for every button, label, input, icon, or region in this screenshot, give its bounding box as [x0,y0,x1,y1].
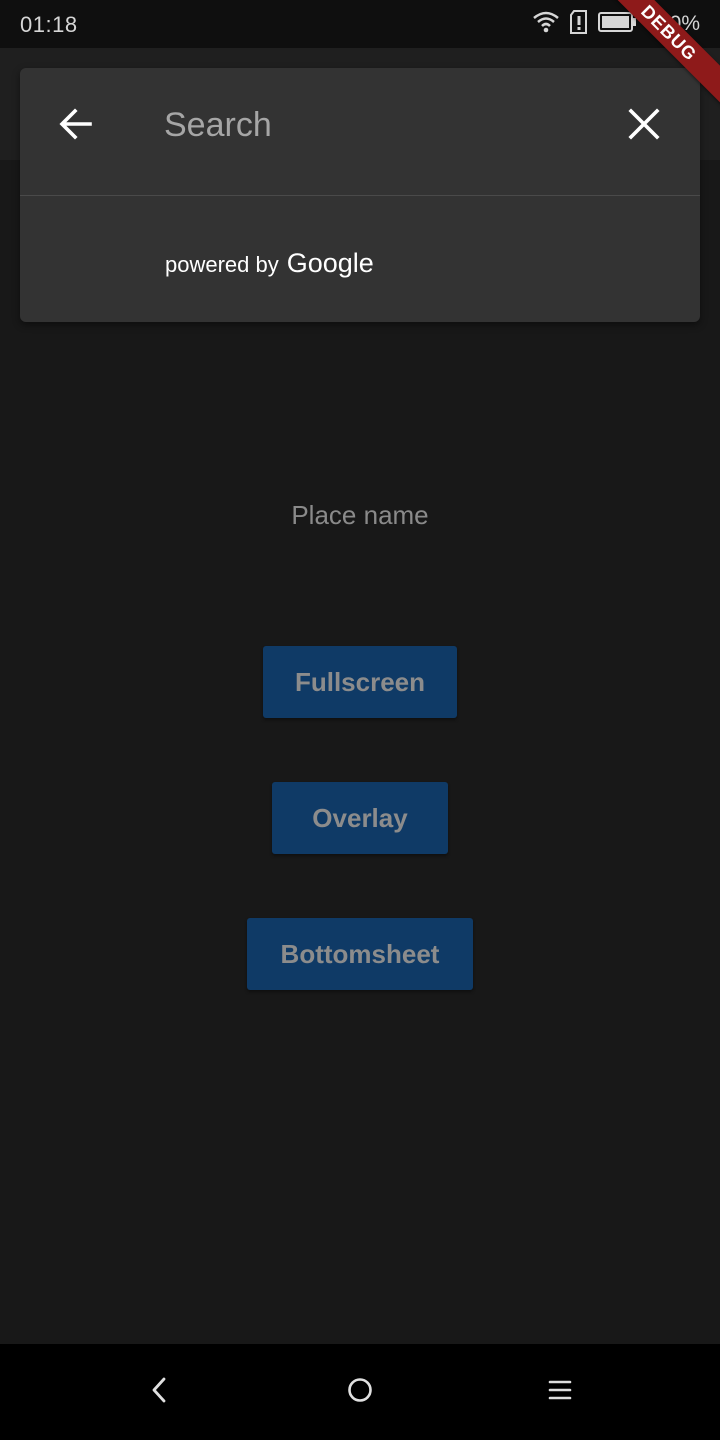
nav-back-button[interactable] [136,1368,184,1416]
sim-alert-icon [568,9,590,40]
arrow-left-icon [58,106,94,147]
fullscreen-button[interactable]: Fullscreen [263,646,457,718]
status-time: 01:18 [20,12,78,37]
nav-home-button[interactable] [336,1368,384,1416]
nav-menu-button[interactable] [536,1368,584,1416]
app-screen: 01:18 DEBUG Search powered by Google Pla… [0,0,720,1440]
close-icon [628,107,660,145]
status-bar: 01:18 [0,0,720,48]
place-name-label: Place name [291,500,429,530]
overlay-button[interactable]: Overlay [272,782,448,854]
search-input[interactable] [164,102,604,148]
clear-button[interactable] [618,100,670,152]
back-button[interactable] [50,100,102,152]
circle-home-icon [346,1376,374,1409]
navigation-bar [0,1344,720,1440]
search-row [20,68,700,196]
bottomsheet-button[interactable]: Bottomsheet [247,918,473,990]
attribution-prefix: powered by [165,252,279,277]
chevron-left-icon [148,1376,172,1409]
search-overlay-card: powered by Google [20,68,700,322]
wifi-icon [532,10,560,39]
menu-icon [547,1378,573,1407]
search-divider [20,195,700,196]
google-attribution: powered by Google [165,248,374,279]
attribution-brand: Google [286,248,374,278]
